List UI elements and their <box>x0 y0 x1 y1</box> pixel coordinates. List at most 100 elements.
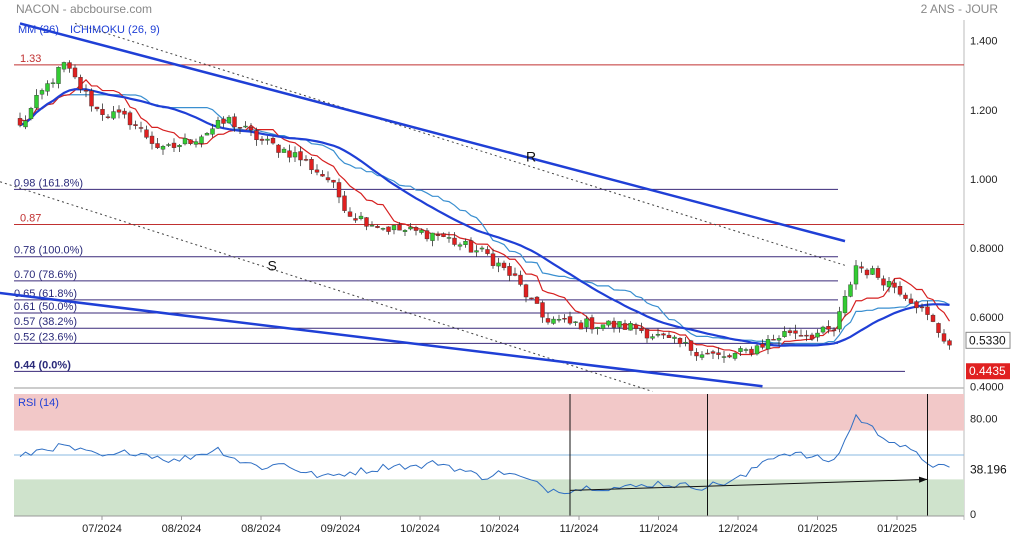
candle-body <box>573 321 578 323</box>
candle-body <box>105 116 111 118</box>
candle-body <box>166 144 171 146</box>
last-price-label: 0.5330 <box>969 333 1006 347</box>
candle-body <box>661 333 666 336</box>
rsi-tick-label: 0 <box>970 509 976 521</box>
fib-label: 0.44 (0.0%) <box>14 359 71 371</box>
candle-body <box>479 247 485 250</box>
candle-body <box>232 116 237 128</box>
candle-body <box>562 318 567 320</box>
x-tick-label: 12/2024 <box>718 523 758 535</box>
x-tick-label: 09/2024 <box>321 523 361 535</box>
candle-body <box>743 349 749 351</box>
candle-body <box>518 274 523 285</box>
legend-ichimoku: ICHIMOKU (26, 9) <box>70 24 160 36</box>
candle-body <box>61 62 67 70</box>
candle-body <box>903 294 908 299</box>
candle-body <box>23 120 28 128</box>
candle-body <box>881 278 886 286</box>
candle-body <box>276 144 281 153</box>
candle-body <box>798 335 804 337</box>
candle-body <box>721 356 727 358</box>
level-label: 1.33 <box>20 53 41 65</box>
fib-label: 0.70 (78.6%) <box>14 269 77 281</box>
candle-body <box>441 233 446 237</box>
candle-body <box>617 321 622 328</box>
candle-body <box>226 116 232 124</box>
candle-body <box>650 336 655 339</box>
candle-body <box>281 148 287 153</box>
candle-body <box>688 340 694 351</box>
candle-body <box>171 142 177 148</box>
candle-body <box>606 320 611 326</box>
candle-body <box>468 240 474 253</box>
y-tick-label: 0.4000 <box>970 381 1004 393</box>
candle-body <box>265 138 270 141</box>
candle-body <box>633 324 639 329</box>
candle-body <box>595 326 600 329</box>
candle-body <box>600 324 606 329</box>
candle-body <box>193 141 199 145</box>
candle-body <box>364 217 369 227</box>
candle-body <box>435 234 441 236</box>
candle-body <box>50 82 56 84</box>
candle-body <box>287 150 292 158</box>
candle-body <box>292 152 298 158</box>
candle-body <box>694 352 699 357</box>
candle-body <box>611 320 617 328</box>
candle-body <box>127 112 133 126</box>
candle-body <box>496 262 501 267</box>
candle-body <box>584 318 589 328</box>
candle-body <box>259 138 265 141</box>
chart-period: 2 ANS - JOUR <box>921 2 999 16</box>
candle-body <box>809 334 815 340</box>
candle-body <box>204 133 210 136</box>
candle-body <box>78 77 83 90</box>
x-tick-label: 08/2024 <box>162 523 202 535</box>
y-tick-label: 0.8000 <box>970 243 1004 255</box>
candle-body <box>490 253 496 266</box>
candle-body <box>320 174 325 177</box>
candle-body <box>925 306 930 315</box>
candle-body <box>72 67 78 78</box>
rsi-last-label: 38.196 <box>970 462 1007 476</box>
candle-body <box>111 111 116 119</box>
candle-body <box>826 326 831 330</box>
candle-body <box>254 130 259 141</box>
candle-body <box>353 218 358 221</box>
candle-body <box>94 106 100 110</box>
candle-body <box>369 225 375 227</box>
candle-body <box>771 339 776 341</box>
candle-body <box>83 89 89 92</box>
fib-label: 0.98 (161.8%) <box>14 177 83 189</box>
candle-body <box>215 120 221 129</box>
candle-body <box>413 227 419 231</box>
candle-body <box>221 118 226 124</box>
candle-body <box>930 314 936 322</box>
candle-body <box>820 326 826 333</box>
candle-body <box>138 127 144 129</box>
candle-body <box>787 330 793 333</box>
candle-body <box>732 353 738 359</box>
candle-body <box>897 286 903 295</box>
candle-body <box>765 339 771 350</box>
fib-label: 0.78 (100.0%) <box>14 245 83 257</box>
candle-body <box>754 345 760 355</box>
candle-body <box>155 143 160 148</box>
candle-body <box>67 62 72 69</box>
candle-body <box>666 334 672 338</box>
candle-body <box>672 336 677 339</box>
x-tick-label: 01/2025 <box>798 523 838 535</box>
candle-body <box>804 334 809 337</box>
candle-body <box>908 298 914 304</box>
candle-body <box>875 268 881 278</box>
candle-body <box>188 139 193 144</box>
candle-body <box>551 318 556 324</box>
candle-body <box>34 95 39 109</box>
candle-body <box>303 159 309 161</box>
candle-body <box>699 354 705 358</box>
candle-body <box>578 322 584 330</box>
candle-body <box>556 319 562 321</box>
candle-body <box>160 146 166 150</box>
candle-body <box>325 177 331 181</box>
annotation-S: S <box>268 258 277 274</box>
